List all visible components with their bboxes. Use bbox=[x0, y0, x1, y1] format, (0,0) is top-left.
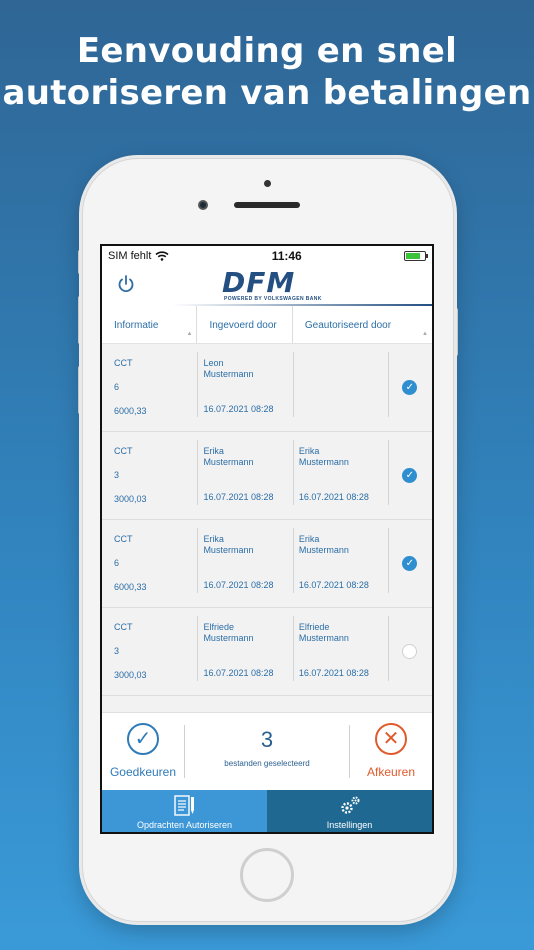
carrier-text: SIM fehlt bbox=[108, 250, 152, 262]
logo-text: DFM bbox=[222, 266, 296, 299]
entered-date: 16.07.2021 08:28 bbox=[203, 492, 274, 502]
row-amount: 6000,33 bbox=[114, 406, 147, 416]
authorized-by: Erika Mustermann bbox=[298, 446, 349, 467]
table-header: Informatie ▲ Ingevoerd door Geautoriseer… bbox=[102, 306, 432, 344]
sort-arrow-icon: ▲ bbox=[186, 331, 193, 337]
entered-by: Leon Mustermann bbox=[203, 358, 254, 379]
authorized-date: 16.07.2021 08:28 bbox=[298, 580, 369, 590]
tab-label: Instellingen bbox=[326, 819, 373, 830]
power-icon[interactable] bbox=[116, 274, 136, 294]
approve-label: Goedkeuren bbox=[109, 765, 177, 779]
earpiece-speaker bbox=[234, 202, 300, 208]
tab-bar: Opdrachten Autoriseren Instellingen bbox=[102, 790, 432, 832]
column-header-geautoriseerd-door[interactable]: Geautoriseerd door ▲ bbox=[293, 306, 432, 343]
home-button[interactable] bbox=[240, 848, 294, 902]
reject-label: Afkeuren bbox=[366, 765, 416, 779]
row-count: 6 bbox=[114, 558, 120, 568]
entered-by: Erika Mustermann bbox=[203, 534, 254, 555]
table-row-partial[interactable] bbox=[102, 696, 432, 712]
close-circle-icon: ✕ bbox=[375, 723, 407, 755]
authorized-by: Erika Mustermann bbox=[298, 534, 349, 555]
headline-line-1: Eenvouding en snel bbox=[76, 31, 458, 71]
document-pen-icon bbox=[173, 794, 194, 816]
sort-arrow-icon: ▲ bbox=[422, 331, 428, 337]
entered-by: Erika Mustermann bbox=[203, 446, 254, 467]
row-count: 6 bbox=[114, 382, 120, 392]
payments-table: CCT 6 6000,33 Leon Mustermann 16.07.2021… bbox=[102, 344, 432, 712]
action-bar: ✓ Goedkeuren 3 bestanden geselecteerd ✕ … bbox=[102, 712, 432, 790]
dfm-logo: DFM POWERED BY VOLKSWAGEN BANK bbox=[222, 266, 422, 304]
column-header-informatie[interactable]: Informatie ▲ bbox=[102, 306, 198, 343]
approve-button[interactable]: ✓ Goedkeuren bbox=[102, 713, 184, 790]
reject-button[interactable]: ✕ Afkeuren bbox=[350, 713, 432, 790]
tab-label: Opdrachten Autoriseren bbox=[136, 819, 233, 830]
selection-counter: 3 bestanden geselecteerd bbox=[184, 725, 350, 778]
app-header: DFM POWERED BY VOLKSWAGEN BANK bbox=[102, 266, 432, 306]
authorized-date: 16.07.2021 08:28 bbox=[298, 668, 369, 678]
row-type: CCT bbox=[114, 534, 133, 544]
wifi-icon bbox=[155, 251, 169, 261]
logo-subtitle: POWERED BY VOLKSWAGEN BANK bbox=[224, 296, 322, 302]
gears-icon bbox=[340, 796, 359, 814]
proximity-sensor bbox=[264, 180, 271, 187]
row-type: CCT bbox=[114, 622, 133, 632]
row-checkbox-checked-icon[interactable]: ✓ bbox=[402, 556, 418, 571]
headline-line-2: autoriseren van betalingen bbox=[2, 73, 532, 113]
row-checkbox-checked-icon[interactable]: ✓ bbox=[402, 468, 418, 483]
clock: 11:46 bbox=[271, 249, 302, 263]
status-bar: SIM fehlt 11:46 bbox=[102, 246, 432, 266]
row-amount: 6000,33 bbox=[114, 582, 147, 592]
table-row[interactable]: CCT 3 3000,03 Elfriede Mustermann 16.07.… bbox=[102, 608, 432, 696]
table-row[interactable]: CCT 6 6000,33 Erika Mustermann 16.07.202… bbox=[102, 520, 432, 608]
row-checkbox-empty-icon[interactable] bbox=[402, 644, 418, 659]
table-row[interactable]: CCT 3 3000,03 Erika Mustermann 16.07.202… bbox=[102, 432, 432, 520]
selected-count: 3 bbox=[260, 727, 274, 752]
front-camera-icon bbox=[198, 200, 208, 210]
headline: Eenvouding en snel autoriseren van betal… bbox=[0, 30, 534, 114]
tab-opdrachten-autoriseren[interactable]: Opdrachten Autoriseren bbox=[102, 790, 267, 832]
row-type: CCT bbox=[114, 446, 133, 456]
app-screen: SIM fehlt 11:46 DFM POWERED BY VOLKSWAGE… bbox=[100, 244, 434, 834]
row-count: 3 bbox=[114, 646, 120, 656]
row-amount: 3000,03 bbox=[114, 670, 147, 680]
battery-level bbox=[406, 253, 421, 259]
row-count: 3 bbox=[114, 470, 120, 480]
row-checkbox-checked-icon[interactable]: ✓ bbox=[402, 380, 418, 395]
authorized-by: Elfriede Mustermann bbox=[298, 622, 349, 643]
table-row[interactable]: CCT 6 6000,33 Leon Mustermann 16.07.2021… bbox=[102, 344, 432, 432]
authorized-date: 16.07.2021 08:28 bbox=[298, 492, 369, 502]
row-type: CCT bbox=[114, 358, 133, 368]
row-amount: 3000,03 bbox=[114, 494, 147, 504]
battery-icon bbox=[404, 251, 428, 261]
checkmark-circle-icon: ✓ bbox=[127, 723, 159, 755]
column-header-ingevoerd-door[interactable]: Ingevoerd door bbox=[197, 306, 293, 343]
entered-date: 16.07.2021 08:28 bbox=[203, 668, 274, 678]
selected-label: bestanden geselecteerd bbox=[224, 759, 310, 768]
entered-by: Elfriede Mustermann bbox=[203, 622, 254, 643]
entered-date: 16.07.2021 08:28 bbox=[203, 404, 274, 414]
tab-instellingen[interactable]: Instellingen bbox=[267, 790, 432, 832]
entered-date: 16.07.2021 08:28 bbox=[203, 580, 274, 590]
phone-power-button bbox=[454, 308, 458, 356]
